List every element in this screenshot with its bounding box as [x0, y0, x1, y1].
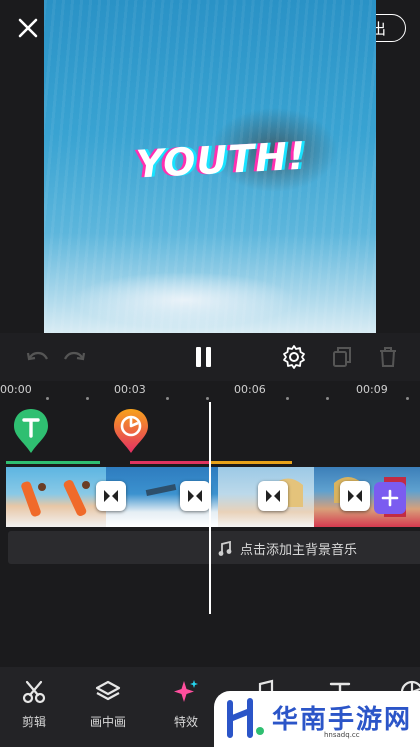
music-prompt-label: 点击添加主背景音乐 [240, 543, 358, 558]
sticker-track-bar-2[interactable] [210, 461, 292, 464]
nav-item-effects[interactable]: 特效 [156, 679, 216, 735]
undo-button[interactable] [24, 343, 52, 371]
transition-icon [104, 490, 118, 502]
add-music-prompt[interactable]: 点击添加主背景音乐 [218, 539, 357, 558]
tick-dot [206, 397, 209, 400]
transition-icon [266, 490, 280, 502]
settings-button[interactable] [280, 343, 308, 371]
playhead[interactable] [209, 402, 211, 614]
pause-button[interactable] [190, 343, 218, 371]
text-marker-icon [14, 409, 48, 453]
tick-label: 00:03 [114, 383, 146, 396]
close-icon [18, 18, 38, 38]
music-track[interactable]: 点击添加主背景音乐 [8, 531, 420, 564]
music-note-icon [218, 540, 232, 556]
nav-item-cut[interactable]: 剪辑 [4, 679, 64, 735]
close-button[interactable] [14, 14, 42, 42]
video-track [6, 467, 420, 527]
transition-button[interactable] [96, 481, 126, 511]
undo-icon [26, 351, 48, 361]
redo-button[interactable] [60, 343, 88, 371]
tick-dot [46, 397, 49, 400]
sticker-track-marker[interactable] [112, 407, 150, 455]
text-track-marker[interactable] [12, 407, 50, 455]
tick-label: 00:06 [234, 383, 266, 396]
sticker-track-bar[interactable] [130, 461, 210, 464]
video-clip[interactable] [6, 467, 106, 527]
timeline-ruler[interactable]: 00:00 00:03 00:06 00:09 [0, 381, 420, 403]
nav-label: 特效 [173, 715, 198, 729]
sticker-marker-icon [114, 409, 148, 453]
copy-button[interactable] [328, 343, 356, 371]
clip-thumbnail [21, 479, 90, 517]
plus-icon [381, 489, 399, 507]
add-clip-button[interactable] [374, 482, 406, 514]
watermark-logo [227, 698, 264, 738]
sparkle-icon [174, 680, 198, 702]
tick-dot [326, 397, 329, 400]
transition-button[interactable] [340, 481, 370, 511]
video-preview[interactable]: YOUTH! [44, 0, 376, 333]
tick-dot [406, 397, 409, 400]
tick-label: 00:09 [356, 383, 388, 396]
transition-button[interactable] [180, 481, 210, 511]
tick-dot [286, 397, 289, 400]
nav-item-pip[interactable]: 画中画 [78, 679, 138, 735]
playback-controls [0, 333, 420, 381]
trash-icon [380, 347, 396, 367]
pause-icon [196, 347, 211, 367]
tick-label: 00:00 [0, 383, 32, 396]
watermark-site: hnsadq.cc [324, 731, 360, 739]
copy-icon [333, 347, 351, 367]
tick-dot [166, 397, 169, 400]
scissors-icon [22, 680, 46, 704]
overlay-text[interactable]: YOUTH! [135, 134, 307, 187]
gear-icon [283, 345, 305, 369]
transition-icon [348, 490, 362, 502]
text-track-bar[interactable] [6, 461, 100, 464]
redo-icon [64, 351, 86, 361]
nav-label: 画中画 [89, 715, 126, 729]
layers-icon [95, 680, 121, 701]
nav-label: 剪辑 [21, 715, 46, 729]
delete-button[interactable] [374, 343, 402, 371]
transition-icon [188, 490, 202, 502]
transition-button[interactable] [258, 481, 288, 511]
tick-dot [86, 397, 89, 400]
site-watermark: 华南手游网 hnsadq.cc [214, 691, 420, 747]
